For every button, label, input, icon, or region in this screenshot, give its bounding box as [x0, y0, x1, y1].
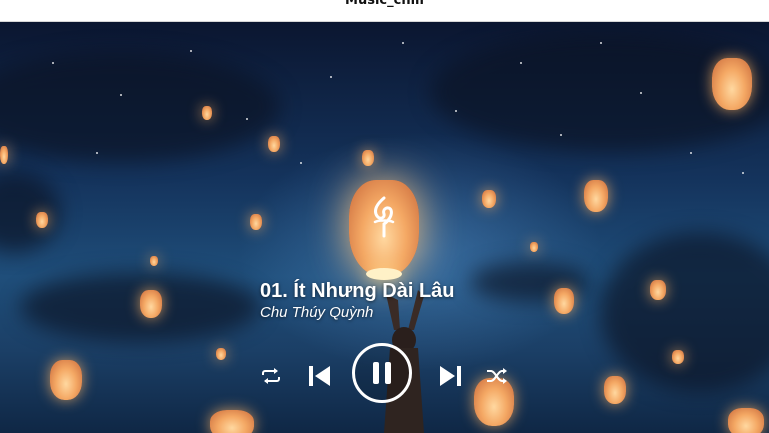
skip-previous-icon [309, 366, 330, 386]
repeat-button[interactable] [259, 366, 283, 386]
play-pause-button[interactable] [352, 343, 412, 403]
shuffle-icon [487, 368, 507, 384]
pause-icon [373, 362, 391, 384]
lantern-emblem-icon [373, 196, 395, 238]
window-title: Music_chill [345, 0, 424, 8]
next-button[interactable] [437, 362, 465, 390]
track-artist: Chu Thúy Quỳnh [260, 304, 374, 321]
window-titlebar: Music_chill [0, 0, 769, 22]
previous-button[interactable] [305, 362, 333, 390]
track-title: 01. Ít Nhưng Dài Lâu [260, 280, 455, 302]
shuffle-button[interactable] [485, 366, 509, 386]
repeat-icon [262, 368, 280, 384]
skip-next-icon [440, 366, 461, 386]
